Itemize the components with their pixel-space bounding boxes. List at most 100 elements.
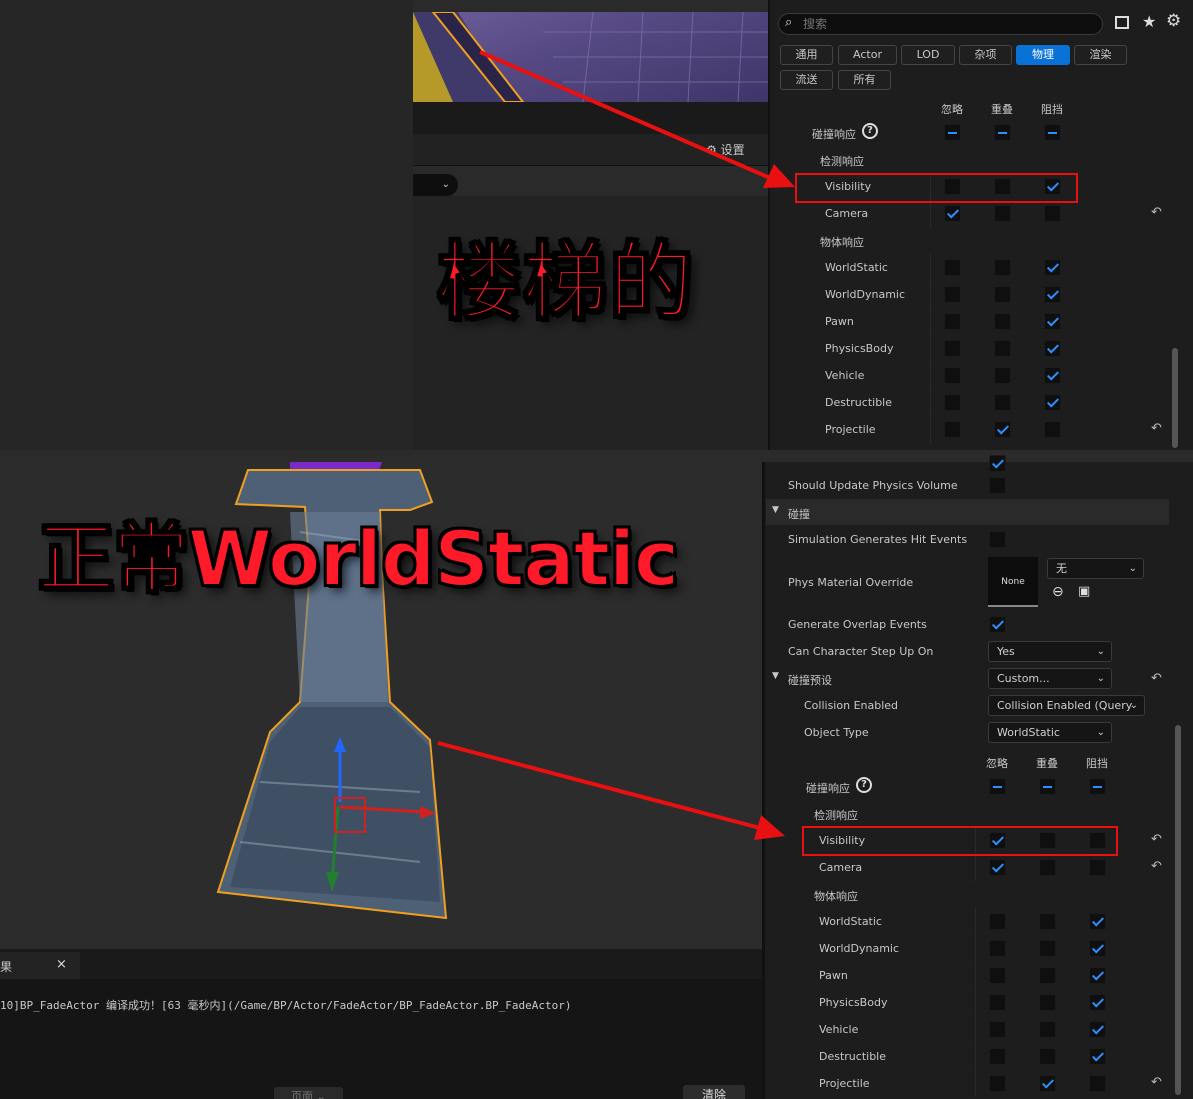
settings-label[interactable]: ⚙ 设置 [706,141,745,158]
tab-general[interactable]: 通用 [780,45,833,65]
channel-row: WorldStatic [788,254,1169,281]
tab-lod[interactable]: LOD [901,45,955,65]
response-checkbox[interactable] [1044,421,1061,438]
all-response-checkbox[interactable] [989,778,1006,795]
response-checkbox[interactable] [1089,994,1106,1011]
response-checkbox[interactable] [1044,205,1061,222]
preset-dropdown[interactable]: Custom... ⌄ [988,668,1112,689]
response-checkbox[interactable] [1089,913,1106,930]
search-input[interactable] [803,15,1083,33]
all-response-checkbox[interactable] [994,124,1011,141]
tab-rendering[interactable]: 渲染 [1074,45,1127,65]
response-checkbox[interactable] [994,394,1011,411]
channel-name: PhysicsBody [819,996,888,1009]
should-update-checkbox[interactable] [989,477,1006,494]
response-checkbox[interactable] [1039,859,1056,876]
all-response-checkbox[interactable] [1044,124,1061,141]
response-checkbox[interactable] [1089,1048,1106,1065]
response-checkbox[interactable] [1089,940,1106,957]
response-checkbox[interactable] [989,1048,1006,1065]
gear-icon[interactable]: ⚙ [1166,11,1181,31]
response-checkbox[interactable] [944,367,961,384]
response-checkbox[interactable] [1039,1048,1056,1065]
folder-search-icon[interactable]: ▣ [1078,584,1090,599]
response-checkbox[interactable] [994,205,1011,222]
tab-misc[interactable]: 杂项 [959,45,1012,65]
response-checkbox[interactable] [989,913,1006,930]
response-checkbox[interactable] [1039,1021,1056,1038]
reset-arrow-icon[interactable]: ↶ [1151,832,1162,847]
clear-button[interactable]: 清除 [683,1085,745,1099]
sim-hit-checkbox[interactable] [989,531,1006,548]
reset-arrow-icon[interactable]: ↶ [1151,671,1162,686]
response-checkbox[interactable] [1039,913,1056,930]
response-checkbox[interactable] [1089,967,1106,984]
tab-actor[interactable]: Actor [838,45,897,65]
top-scrollbar[interactable] [1172,348,1178,448]
object-type-dropdown[interactable]: WorldStatic ⌄ [988,722,1112,743]
step-up-dropdown[interactable]: Yes ⌄ [988,641,1112,662]
collision-enabled-dropdown[interactable]: Collision Enabled (Query ⌄ [988,695,1145,716]
all-response-checkbox[interactable] [1089,778,1106,795]
reset-arrow-icon[interactable]: ↶ [1151,421,1162,436]
response-checkbox[interactable] [1044,259,1061,276]
response-checkbox[interactable] [994,259,1011,276]
help-icon[interactable]: ? [862,123,878,139]
response-checkbox[interactable] [1044,340,1061,357]
response-checkbox[interactable] [1039,967,1056,984]
response-checkbox[interactable] [989,967,1006,984]
response-checkbox[interactable] [1089,1021,1106,1038]
response-checkbox[interactable] [944,259,961,276]
response-checkbox[interactable] [1039,1075,1056,1092]
response-checkbox[interactable] [994,286,1011,303]
response-checkbox[interactable] [989,1021,1006,1038]
response-checkbox[interactable] [1044,394,1061,411]
response-checkbox[interactable] [1039,940,1056,957]
bottom-scrollbar[interactable] [1175,725,1181,1095]
gen-overlap-checkbox[interactable] [989,616,1006,633]
viewport-dropdown[interactable]: ⌄ [413,174,458,196]
search-box[interactable]: ⌕ [778,13,1103,35]
phys-mat-thumbnail[interactable]: None [988,557,1038,607]
response-checkbox[interactable] [1044,367,1061,384]
collapse-icon[interactable]: ▼ [772,671,779,681]
all-response-checkbox[interactable] [944,124,961,141]
response-checkbox[interactable] [1089,1075,1106,1092]
collision-section-header[interactable]: ▼ 碰撞 [766,499,1169,526]
page-button[interactable]: 页面 ⌄ [274,1087,343,1099]
response-checkbox[interactable] [944,286,961,303]
browse-icon[interactable]: ⊖ [1052,584,1064,600]
response-checkbox[interactable] [944,313,961,330]
help-icon[interactable]: ? [856,777,872,793]
response-checkbox[interactable] [1044,313,1061,330]
response-checkbox[interactable] [944,394,961,411]
reset-arrow-icon[interactable]: ↶ [1151,859,1162,874]
response-checkbox[interactable] [994,367,1011,384]
table-view-icon[interactable] [1115,16,1129,29]
response-checkbox[interactable] [989,859,1006,876]
response-checkbox[interactable] [1044,286,1061,303]
tab-all[interactable]: 所有 [838,70,891,90]
stair-viewport[interactable] [413,12,768,102]
response-checkbox[interactable] [1089,859,1106,876]
reset-arrow-icon[interactable]: ↶ [1151,205,1162,220]
reset-arrow-icon[interactable]: ↶ [1151,1075,1162,1090]
response-checkbox[interactable] [944,205,961,222]
tab-streaming[interactable]: 流送 [780,70,833,90]
response-checkbox[interactable] [1039,994,1056,1011]
response-checkbox[interactable] [994,421,1011,438]
response-checkbox[interactable] [944,340,961,357]
tab-physics[interactable]: 物理 [1016,45,1070,65]
response-checkbox[interactable] [944,421,961,438]
response-checkbox[interactable] [994,313,1011,330]
output-log-tab[interactable]: 果 × [0,952,80,979]
response-checkbox[interactable] [989,940,1006,957]
all-response-checkbox[interactable] [1039,778,1056,795]
response-checkbox[interactable] [989,994,1006,1011]
response-checkbox[interactable] [989,1075,1006,1092]
star-icon[interactable]: ★ [1142,12,1156,31]
response-checkbox[interactable] [994,340,1011,357]
truncated-checkbox[interactable] [989,455,1006,472]
phys-mat-dropdown[interactable]: 无 ⌄ [1047,558,1144,579]
close-icon[interactable]: × [56,957,67,972]
